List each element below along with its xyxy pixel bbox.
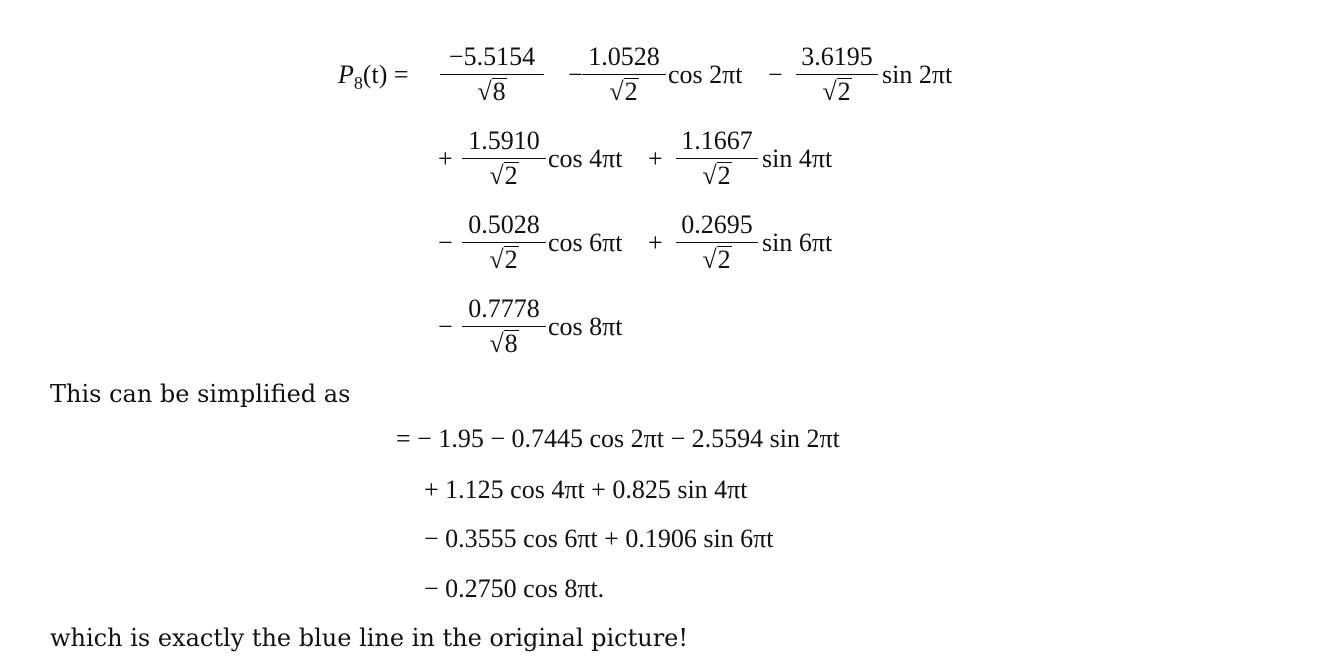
prose-simplified-intro: This can be simplified as: [50, 380, 351, 408]
lhs-subscript: 8: [353, 73, 363, 93]
radicand: 2: [623, 77, 639, 107]
trig-term: cos 4πt: [548, 144, 623, 173]
fraction-r1-t1: −5.5154 √8: [440, 44, 544, 105]
fraction-r3-t2: 0.2695 √2: [676, 212, 758, 273]
radicand: 2: [503, 161, 519, 191]
denominator: √8: [489, 329, 519, 359]
denominator: √2: [489, 245, 519, 275]
prose-conclusion: which is exactly the blue line in the or…: [50, 624, 689, 652]
fraction-bar: [582, 74, 666, 76]
numerator: 1.1667: [681, 126, 753, 155]
fraction-bar: [462, 326, 546, 328]
trig-term: cos 2πt: [668, 60, 743, 89]
equation-lhs: P8(t) =: [338, 60, 409, 93]
trig-term: cos 8πt: [548, 312, 623, 341]
numerator: 0.2695: [681, 210, 753, 239]
denominator: √8: [477, 77, 507, 107]
fraction-bar: [676, 242, 758, 244]
lhs-symbol: P: [338, 60, 354, 89]
operator: −: [768, 60, 783, 89]
simplified-line-1: = − 1.95 − 0.7445 cos 2πt − 2.5594 sin 2…: [396, 424, 840, 453]
numerator: −5.5154: [448, 42, 536, 71]
fraction-bar: [796, 74, 878, 76]
lead-operator: +: [438, 144, 453, 173]
simplified-line-3: − 0.3555 cos 6πt + 0.1906 sin 6πt: [424, 524, 774, 553]
numerator: 1.0528: [588, 42, 660, 71]
radicand: 8: [491, 77, 507, 107]
fraction-bar: [462, 158, 546, 160]
trig-term: sin 2πt: [882, 60, 953, 89]
trig-term: sin 6πt: [762, 228, 833, 257]
radicand: 2: [716, 161, 732, 191]
fraction-r1-t2: 1.0528 √2: [582, 44, 666, 105]
radicand: 8: [503, 329, 519, 359]
simplified-line-2: + 1.125 cos 4πt + 0.825 sin 4πt: [424, 475, 748, 504]
fraction-r2-t1: 1.5910 √2: [462, 128, 546, 189]
fraction-bar: [440, 74, 544, 76]
radicand: 2: [716, 245, 732, 275]
radicand: 2: [836, 77, 852, 107]
fraction-r1-t3: 3.6195 √2: [796, 44, 878, 105]
radicand: 2: [503, 245, 519, 275]
operator: +: [648, 228, 663, 257]
numerator: 0.5028: [468, 210, 540, 239]
fraction-r3-t1: 0.5028 √2: [462, 212, 546, 273]
denominator: √2: [702, 245, 732, 275]
numerator: 0.7778: [468, 294, 540, 323]
fraction-r4-t1: 0.7778 √8: [462, 296, 546, 357]
lead-operator: −: [438, 312, 453, 341]
denominator: √2: [822, 77, 852, 107]
lead-operator: −: [438, 228, 453, 257]
numerator: 3.6195: [801, 42, 873, 71]
fraction-bar: [676, 158, 758, 160]
fraction-bar: [462, 242, 546, 244]
lhs-argument: (t) =: [362, 60, 409, 89]
denominator: √2: [609, 77, 639, 107]
simplified-line-4: − 0.2750 cos 8πt.: [424, 574, 605, 603]
numerator: 1.5910: [468, 126, 540, 155]
denominator: √2: [702, 161, 732, 191]
denominator: √2: [489, 161, 519, 191]
operator: +: [648, 144, 663, 173]
operator: −: [568, 60, 583, 89]
fraction-r2-t2: 1.1667 √2: [676, 128, 758, 189]
trig-term: sin 4πt: [762, 144, 833, 173]
trig-term: cos 6πt: [548, 228, 623, 257]
